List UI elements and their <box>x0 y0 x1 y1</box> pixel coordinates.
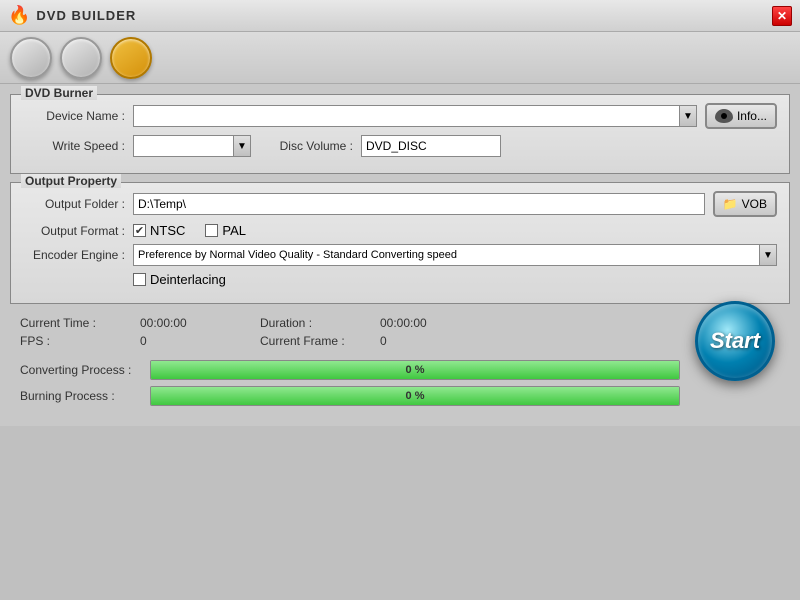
status-row-1: Current Time : 00:00:00 Duration : 00:00… <box>20 316 780 330</box>
write-speed-dropdown-wrapper: ▼ <box>133 135 251 157</box>
output-folder-input[interactable] <box>133 193 705 215</box>
converting-progress-bar: 0 % <box>150 360 680 380</box>
ntsc-checkbox-wrapper[interactable]: ✔ NTSC <box>133 223 185 238</box>
burning-progress-text: 0 % <box>406 390 425 402</box>
disc-volume-input[interactable] <box>361 135 501 157</box>
output-format-label: Output Format : <box>23 224 133 238</box>
encoder-engine-label: Encoder Engine : <box>23 248 133 262</box>
device-name-row: Device Name : ▼ Info... <box>23 103 777 129</box>
write-speed-label: Write Speed : <box>23 139 133 153</box>
info-button-label: Info... <box>737 109 767 123</box>
encoder-dropdown-wrapper: ▼ <box>133 244 777 266</box>
disc-volume-label: Disc Volume : <box>271 139 361 153</box>
burning-process-label: Burning Process : <box>20 389 150 403</box>
write-speed-row: Write Speed : ▼ Disc Volume : <box>23 135 777 157</box>
encoder-engine-row: Encoder Engine : ▼ <box>23 244 777 266</box>
duration-label: Duration : <box>260 316 380 330</box>
eye-pupil <box>721 113 727 119</box>
encoder-engine-input[interactable] <box>133 244 759 266</box>
output-folder-row: Output Folder : 📁 VOB <box>23 191 777 217</box>
current-frame-value: 0 <box>380 334 500 348</box>
duration-value: 00:00:00 <box>380 316 500 330</box>
ntsc-checkbox[interactable]: ✔ <box>133 224 146 237</box>
output-folder-label: Output Folder : <box>23 197 133 211</box>
start-button[interactable]: Start <box>695 301 775 381</box>
info-button[interactable]: Info... <box>705 103 777 129</box>
toolbar-button-1[interactable] <box>10 37 52 79</box>
write-speed-input[interactable] <box>133 135 233 157</box>
device-name-input[interactable] <box>133 105 679 127</box>
status-row-2: FPS : 0 Current Frame : 0 <box>20 334 780 348</box>
converting-process-row: Converting Process : 0 % <box>20 360 780 380</box>
write-speed-arrow[interactable]: ▼ <box>233 135 251 157</box>
eye-icon <box>715 109 733 123</box>
flame-icon: 🔥 <box>8 5 30 26</box>
app-title: DVD BUILDER <box>36 8 136 23</box>
device-name-label: Device Name : <box>23 109 133 123</box>
output-property-group: Output Property Output Folder : 📁 VOB Ou… <box>10 182 790 304</box>
ntsc-label: NTSC <box>150 223 185 238</box>
deinterlacing-checkbox[interactable] <box>133 273 146 286</box>
converting-progress-text: 0 % <box>406 364 425 376</box>
pal-checkbox-wrapper[interactable]: PAL <box>205 223 246 238</box>
current-time-label: Current Time : <box>20 316 140 330</box>
fps-value: 0 <box>140 334 260 348</box>
deinterlacing-checkbox-wrapper[interactable]: Deinterlacing <box>133 272 226 287</box>
main-content: DVD Burner Device Name : ▼ Info... Write… <box>0 84 800 426</box>
pal-label: PAL <box>222 223 246 238</box>
dvd-burner-group: DVD Burner Device Name : ▼ Info... Write… <box>10 94 790 174</box>
vob-button-label: VOB <box>742 197 767 211</box>
current-time-value: 00:00:00 <box>140 316 260 330</box>
device-name-dropdown-wrapper: ▼ <box>133 105 697 127</box>
progress-section: Converting Process : 0 % Burning Process… <box>10 356 790 416</box>
encoder-engine-arrow[interactable]: ▼ <box>759 244 777 266</box>
output-property-title: Output Property <box>21 174 121 188</box>
pal-checkbox[interactable] <box>205 224 218 237</box>
close-button[interactable]: ✕ <box>772 6 792 26</box>
deinterlacing-label: Deinterlacing <box>150 272 226 287</box>
toolbar-button-2[interactable] <box>60 37 102 79</box>
output-format-row: Output Format : ✔ NTSC PAL <box>23 223 777 238</box>
dvd-burner-title: DVD Burner <box>21 86 97 100</box>
burning-process-row: Burning Process : 0 % <box>20 386 780 406</box>
title-bar: 🔥 DVD BUILDER ✕ <box>0 0 800 32</box>
toolbar-button-3[interactable] <box>110 37 152 79</box>
device-name-arrow[interactable]: ▼ <box>679 105 697 127</box>
converting-process-label: Converting Process : <box>20 363 150 377</box>
current-frame-label: Current Frame : <box>260 334 380 348</box>
burning-progress-bar: 0 % <box>150 386 680 406</box>
deinterlacing-row: Deinterlacing <box>133 272 777 287</box>
toolbar <box>0 32 800 84</box>
title-bar-left: 🔥 DVD BUILDER <box>8 5 136 26</box>
status-section: Current Time : 00:00:00 Duration : 00:00… <box>10 312 790 356</box>
vob-button[interactable]: 📁 VOB <box>713 191 777 217</box>
folder-icon: 📁 <box>723 197 738 211</box>
fps-label: FPS : <box>20 334 140 348</box>
